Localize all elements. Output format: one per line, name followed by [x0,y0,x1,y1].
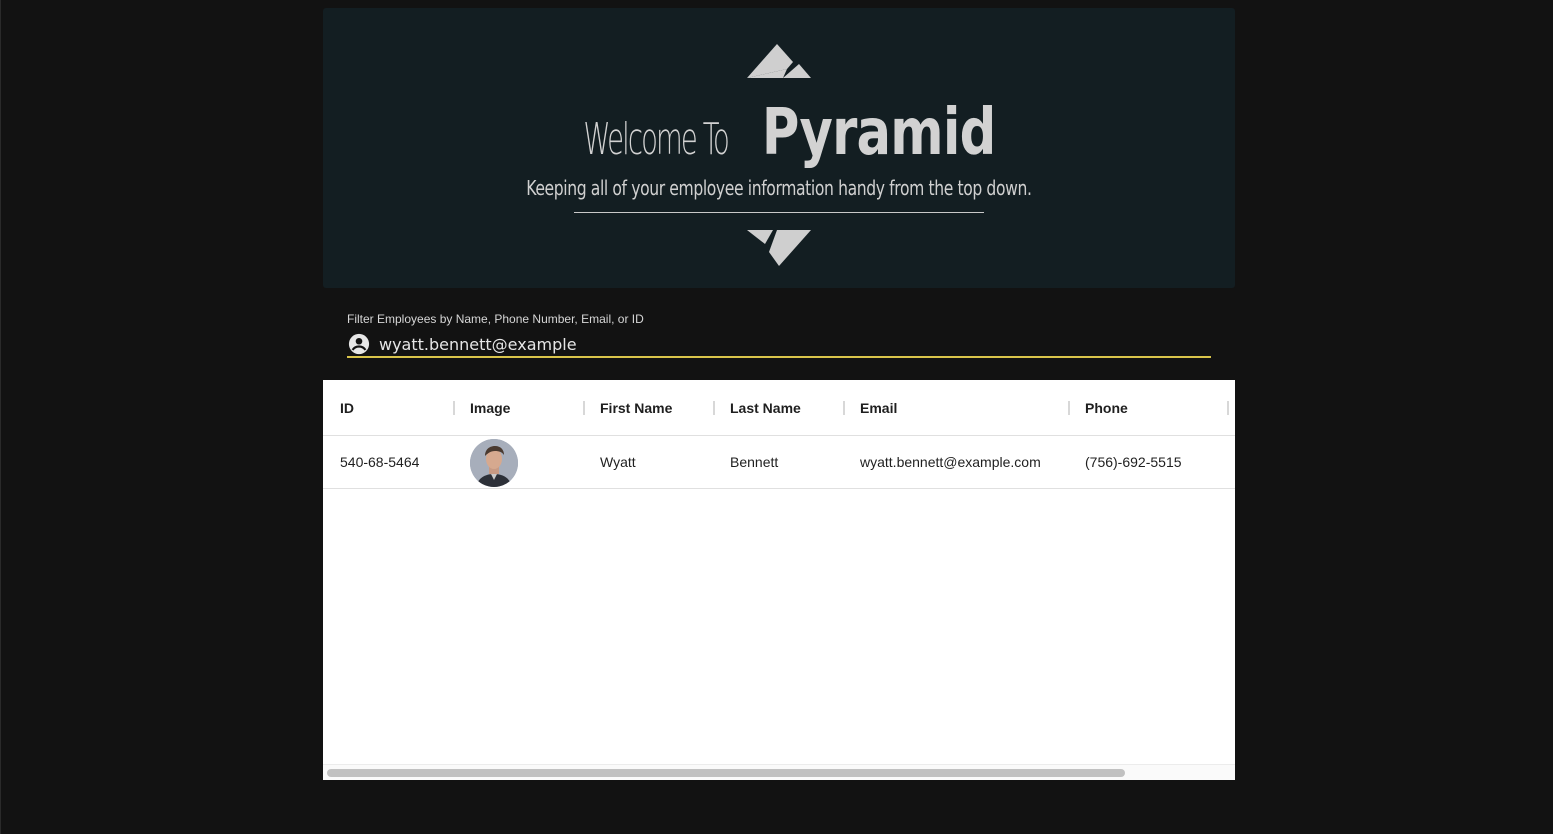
filter-input[interactable] [379,332,1199,356]
table-row[interactable]: 540-68-5464 Wyatt Bennett wyatt.bennett@… [323,436,1235,489]
title-prefix: Welcome To [583,114,729,165]
column-header-image[interactable]: Image [453,380,583,436]
column-header-id[interactable]: ID [323,380,453,436]
cell-phone: (756)-692-5515 [1085,454,1182,470]
column-resize-handle[interactable] [1227,401,1229,415]
person-photo-icon [470,439,518,487]
hero-subtitle-text: Keeping all of your employee information… [526,176,1032,200]
filter-underline [347,356,1211,358]
column-header-email[interactable]: Email [843,380,1068,436]
hero-divider [574,212,984,213]
pyramid-top-icon [747,44,811,78]
column-header-phone[interactable]: Phone [1068,380,1228,436]
employee-avatar [470,439,518,487]
employee-table: ID Image First Name Last Name Email Phon… [323,380,1235,780]
cell-id: 540-68-5464 [340,454,420,470]
scrollbar-thumb[interactable] [327,769,1125,777]
employee-filter: Filter Employees by Name, Phone Number, … [347,310,1211,360]
page-background: Welcome To Pyramid Keeping all of your e… [0,0,1553,834]
cell-last-name: Bennett [730,454,779,470]
hero-subtitle: Keeping all of your employee information… [323,176,1235,200]
pyramid-bottom-icon [747,230,811,266]
column-header-last-name[interactable]: Last Name [713,380,843,436]
table-header: ID Image First Name Last Name Email Phon… [323,380,1235,436]
filter-label: Filter Employees by Name, Phone Number, … [347,312,644,326]
page-title: Welcome To Pyramid [323,96,1235,170]
horizontal-scrollbar[interactable] [323,764,1235,780]
cell-email: wyatt.bennett@example.com [860,454,1041,470]
brand-name: Pyramid [761,96,996,170]
column-header-first-name[interactable]: First Name [583,380,713,436]
hero-banner: Welcome To Pyramid Keeping all of your e… [323,8,1235,288]
account-circle-icon [348,333,370,355]
cell-first-name: Wyatt [600,454,636,470]
